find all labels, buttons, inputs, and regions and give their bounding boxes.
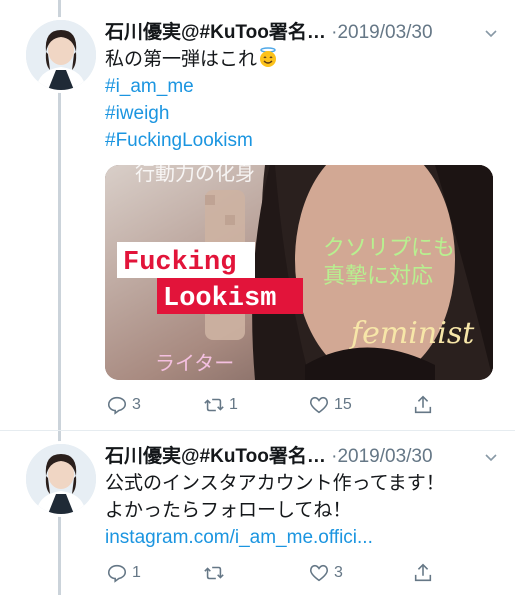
share-button[interactable] xyxy=(412,560,434,586)
reply-count: 1 xyxy=(132,564,141,581)
tweet-2[interactable]: 石川優実@#KuToo署名… ·2019/03/30 公式のインスタアカウント作… xyxy=(0,431,515,595)
reply-button[interactable]: 3 xyxy=(106,392,141,418)
media-label-fucking: Fucking xyxy=(123,248,236,278)
retweet-button[interactable] xyxy=(203,560,229,586)
reply-icon xyxy=(107,396,127,415)
tweet-date[interactable]: 2019/03/30 xyxy=(337,22,432,43)
tweet-actions: 1 3 xyxy=(100,560,432,586)
author-name[interactable]: 石川優実@#KuToo署名… xyxy=(105,22,326,43)
media-label-kusoripu: クソリプにも xyxy=(323,236,455,261)
chevron-down-icon[interactable] xyxy=(483,26,499,42)
share-icon xyxy=(414,563,432,582)
retweet-icon xyxy=(204,398,224,412)
retweet-icon xyxy=(204,566,224,580)
share-icon xyxy=(414,395,432,414)
share-button[interactable] xyxy=(412,392,434,418)
hashtag-link[interactable]: #i_am_me xyxy=(105,73,279,100)
reply-button[interactable]: 1 xyxy=(106,560,141,586)
hashtag-link[interactable]: #iweigh xyxy=(105,100,279,127)
reply-icon xyxy=(107,564,127,583)
like-icon xyxy=(309,396,329,414)
tweet-actions: 3 1 15 xyxy=(100,392,432,418)
instagram-link[interactable]: instagram.com/i_am_me.offici... xyxy=(105,524,445,551)
media-label-writer: ライター xyxy=(155,351,234,375)
avatar[interactable] xyxy=(23,441,99,517)
text-line: よかったらフォローしてね！ xyxy=(105,500,352,521)
like-button[interactable]: 15 xyxy=(308,392,352,418)
tweet-media-image[interactable]: 行動力の化身 Fucking Lookism クソリプにも 真摯に対応 femi… xyxy=(105,165,493,380)
tweet-date[interactable]: 2019/03/30 xyxy=(337,446,432,467)
tweet-text: 私の第一弾はこれ #i_am_me #iweigh #FuckingLookis… xyxy=(105,46,279,154)
retweet-count: 1 xyxy=(229,396,238,413)
media-label-shinshi: 真摯に対応 xyxy=(323,264,433,289)
reply-count: 3 xyxy=(132,396,141,413)
media-label-feminist: feminist xyxy=(349,316,475,351)
tweet-header: 石川優実@#KuToo署名… ·2019/03/30 xyxy=(105,21,433,45)
tweet-header: 石川優実@#KuToo署名… ·2019/03/30 xyxy=(105,445,433,469)
text-line: 公式のインスタアカウント作ってます！ xyxy=(105,473,445,494)
hashtag-link[interactable]: #FuckingLookism xyxy=(105,127,279,154)
like-button[interactable]: 3 xyxy=(308,560,343,586)
avatar[interactable] xyxy=(23,17,99,93)
like-icon xyxy=(309,564,329,582)
media-caption-top: 行動力の化身 xyxy=(135,165,255,185)
like-count: 3 xyxy=(334,564,343,581)
tweet-1[interactable]: 石川優実@#KuToo署名… ·2019/03/30 私の第一弾はこれ #i_a… xyxy=(0,0,515,430)
media-label-lookism: Lookism xyxy=(163,284,276,314)
like-count: 15 xyxy=(334,396,352,413)
text-line: 私の第一弾はこれ xyxy=(105,46,279,73)
retweet-button[interactable]: 1 xyxy=(203,392,238,418)
chevron-down-icon[interactable] xyxy=(483,450,499,466)
tweet-text: 公式のインスタアカウント作ってます！ よかったらフォローしてね！ instagr… xyxy=(105,470,445,551)
author-name[interactable]: 石川優実@#KuToo署名… xyxy=(105,446,326,467)
halo-smile-emoji xyxy=(260,47,277,67)
